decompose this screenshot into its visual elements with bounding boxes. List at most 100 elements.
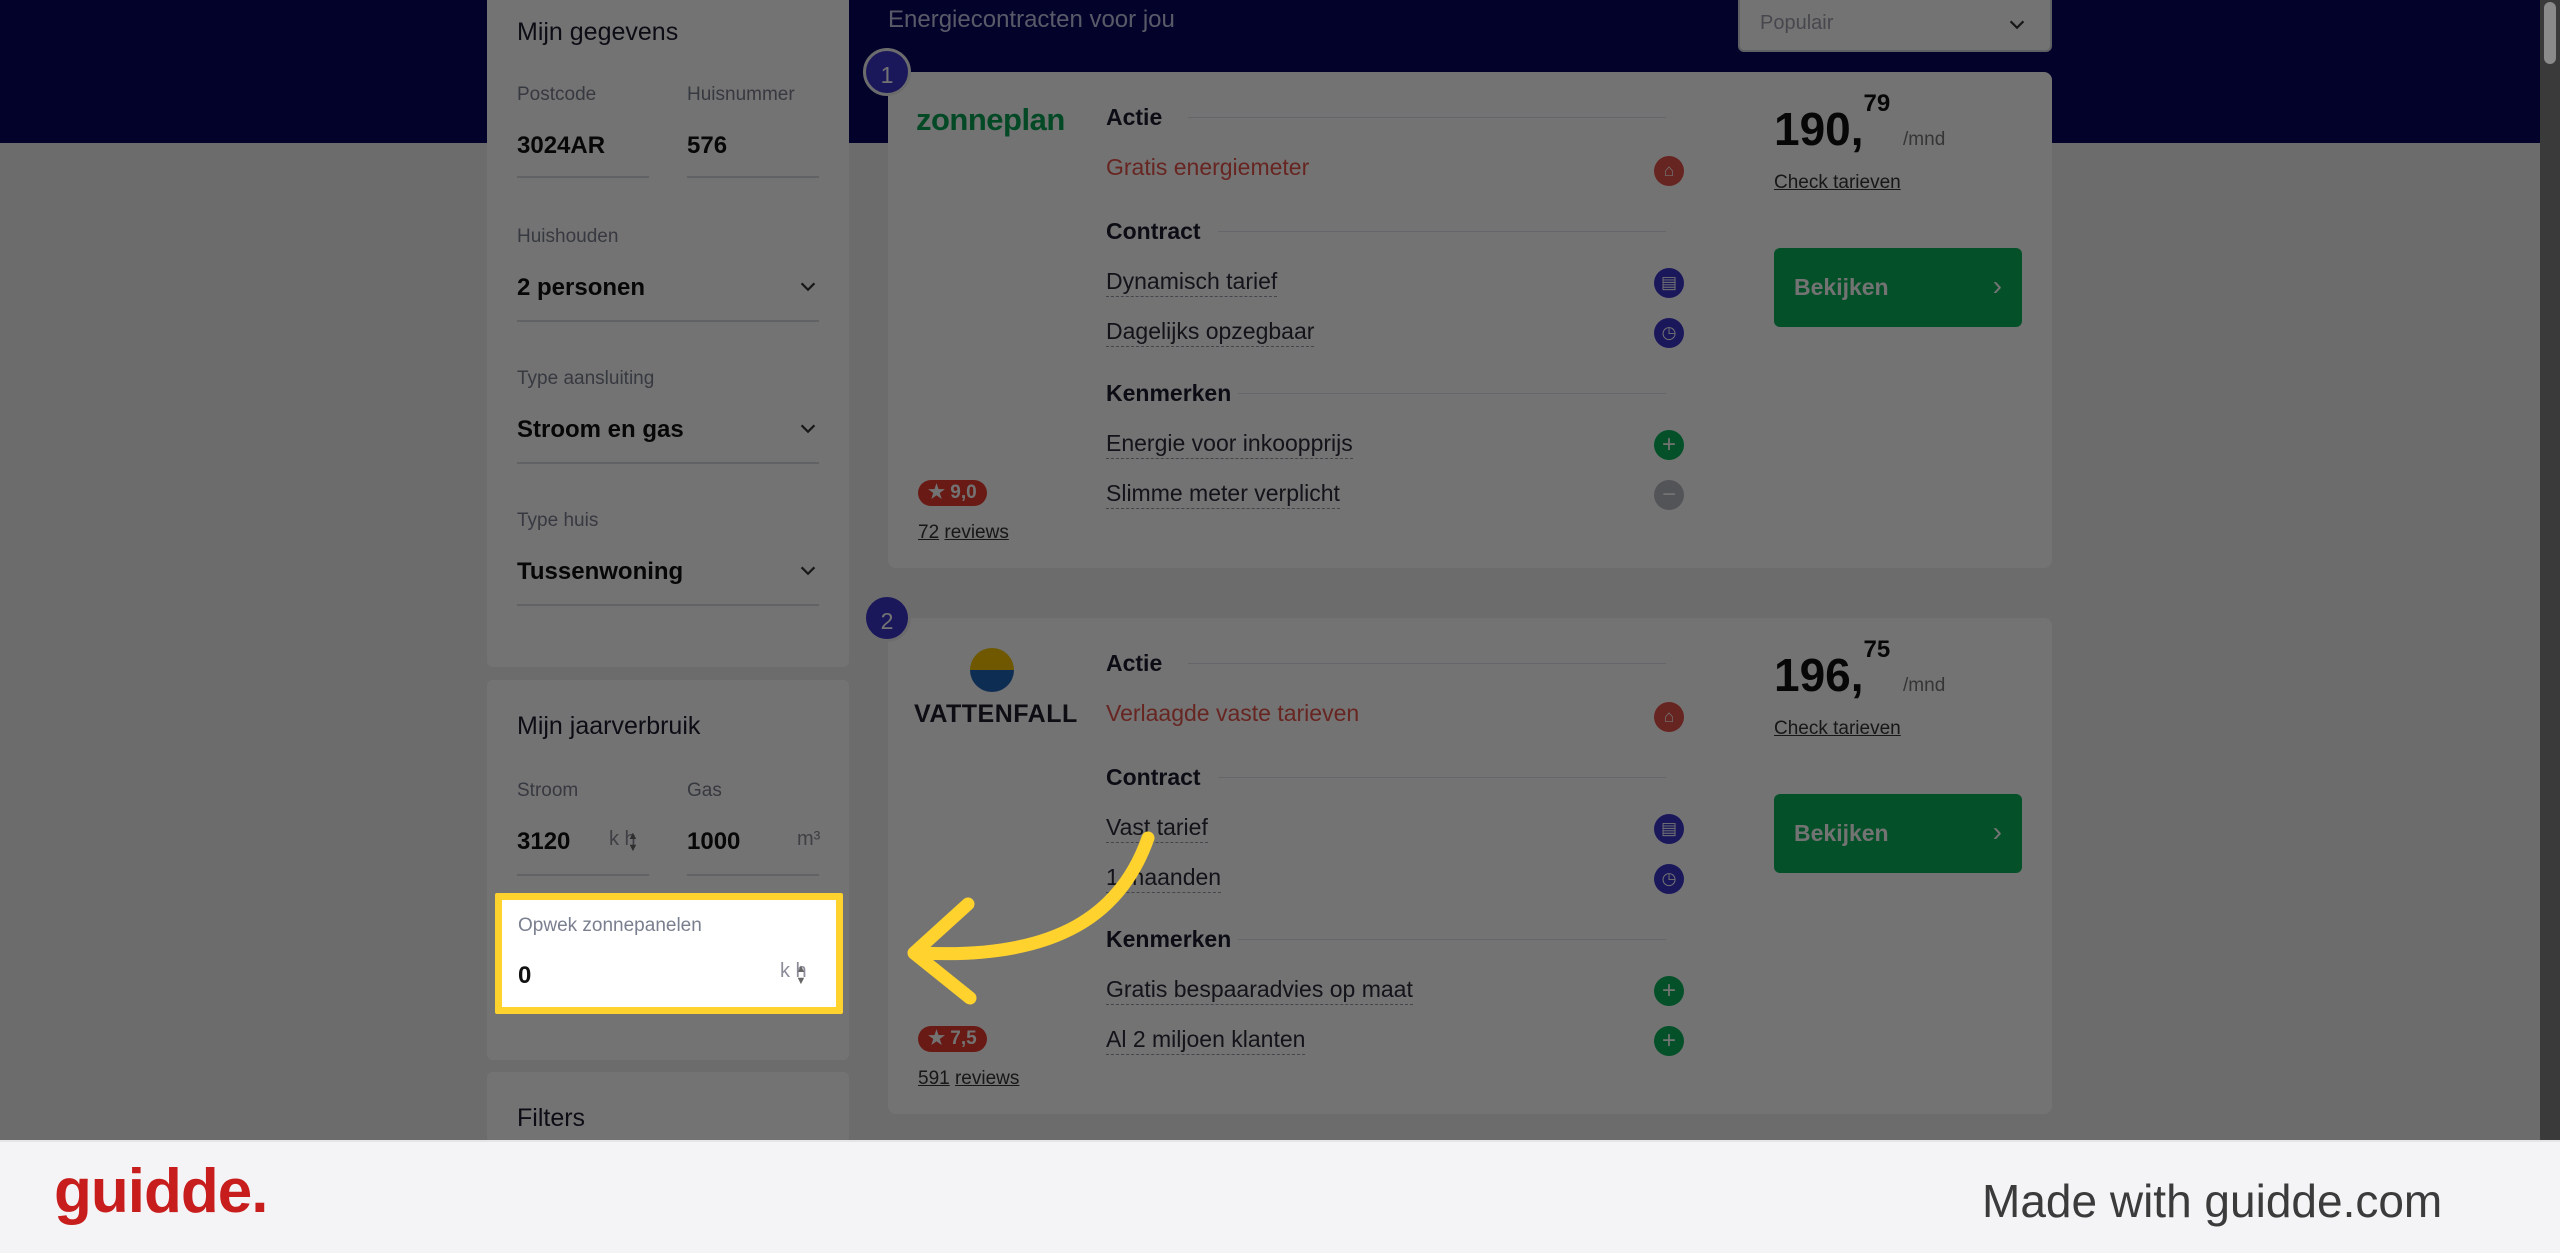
divider [1218, 777, 1666, 778]
kenmerk-item[interactable]: Slimme meter verplicht [1106, 480, 1340, 509]
divider [1238, 393, 1666, 394]
web-page: Energiecontracten voor jou Populair Mijn… [0, 0, 2540, 1140]
document-icon: ▤ [1654, 814, 1684, 844]
contract-card-1: zonneplan Actie Gratis energiemeter ⌂ Co… [888, 72, 2052, 568]
zonnepanelen-label: Opwek zonnepanelen [518, 915, 702, 936]
divider [1238, 939, 1666, 940]
postcode-input[interactable]: 3024AR [517, 132, 605, 160]
reviews-label: reviews [954, 1068, 1020, 1089]
panel-title: Filters [517, 1104, 586, 1132]
guidde-logo: guidde. [54, 1157, 268, 1226]
kenmerken-heading: Kenmerken [1106, 380, 1232, 406]
zonnepanelen-highlight: Opwek zonnepanelen 0 k h ▲ ▼ [495, 893, 843, 1014]
price: 190,79 /mnd [1774, 90, 1946, 156]
aansluiting-label: Type aansluiting [517, 368, 655, 389]
kenmerk-item[interactable]: Energie voor inkoopprijs [1106, 430, 1353, 459]
type-huis-select[interactable]: Tussenwoning [517, 558, 683, 586]
panel-title: Mijn gegevens [517, 18, 679, 46]
guidde-footer: guidde. Made with guidde.com [0, 1140, 2560, 1253]
vattenfall-logo-icon [970, 648, 1014, 692]
bekijken-button[interactable]: Bekijken › [1774, 248, 2022, 327]
panel-filters: Filters [487, 1072, 849, 1140]
aansluiting-underline [517, 462, 819, 464]
plus-icon: + [1654, 976, 1684, 1006]
plus-icon: + [1654, 430, 1684, 460]
sort-select[interactable]: Populair [1738, 0, 2052, 52]
divider [1218, 231, 1666, 232]
price-unit: /mnd [1903, 675, 1946, 696]
clock-icon: ◷ [1654, 864, 1684, 894]
gas-label: Gas [687, 780, 722, 801]
price-unit: /mnd [1903, 129, 1946, 150]
type-huis-underline [517, 604, 819, 606]
clock-icon: ◷ [1654, 318, 1684, 348]
price-main: 190, [1774, 103, 1864, 155]
vattenfall-logo: VATTENFALL [914, 700, 1078, 728]
reviews-count: 72 [918, 522, 940, 543]
divider [1188, 117, 1666, 118]
button-label: Bekijken [1794, 820, 1889, 846]
reviews-link[interactable]: 72 reviews [918, 522, 1009, 544]
huishouden-select[interactable]: 2 personen [517, 274, 645, 302]
actie-text[interactable]: Verlaagde vaste tarieven [1106, 700, 1359, 728]
reviews-link[interactable]: 591 reviews [918, 1068, 1019, 1090]
check-tarieven-link[interactable]: Check tarieven [1774, 718, 1901, 740]
gift-icon: ⌂ [1654, 156, 1684, 186]
button-label: Bekijken [1794, 274, 1889, 300]
scrollbar-thumb[interactable] [2544, 2, 2556, 64]
panel-mijn-gegevens: Mijn gegevens Postcode 3024AR Huisnummer… [487, 0, 849, 667]
price: 196,75 /mnd [1774, 636, 1946, 702]
gift-icon: ⌂ [1654, 702, 1684, 732]
rating-badge: ★ 9,0 [918, 480, 987, 506]
scrollbar[interactable] [2540, 0, 2560, 1140]
contract-item[interactable]: Dagelijks opzegbaar [1106, 318, 1315, 347]
gas-unit: m³ [797, 828, 821, 850]
pointer-arrow-icon [907, 831, 1155, 1005]
sort-value: Populair [1760, 12, 1834, 34]
rank-badge-1: 1 [863, 48, 911, 96]
kenmerk-item[interactable]: Al 2 miljoen klanten [1106, 1026, 1306, 1055]
chevron-down-icon[interactable] [797, 276, 819, 298]
gas-underline [687, 874, 819, 876]
rank-badge-2: 2 [863, 594, 911, 642]
chevron-down-icon[interactable] [797, 418, 819, 440]
stroom-label: Stroom [517, 780, 579, 801]
price-cents: 79 [1863, 89, 1891, 117]
zonnepanelen-stepper[interactable]: ▲ ▼ [794, 963, 808, 989]
results-title: Energiecontracten voor jou [888, 6, 1175, 33]
stroom-underline [517, 874, 649, 876]
contract-heading: Contract [1106, 764, 1201, 790]
rating-badge: ★ 7,5 [918, 1026, 987, 1052]
check-tarieven-link[interactable]: Check tarieven [1774, 172, 1901, 194]
gas-input[interactable]: 1000 [687, 828, 740, 856]
chevron-down-icon[interactable] [797, 560, 819, 582]
huishouden-underline [517, 320, 819, 322]
chevron-down-icon [2009, 20, 2025, 30]
huisnummer-underline [687, 176, 819, 178]
contract-item[interactable]: Dynamisch tarief [1106, 268, 1278, 297]
minus-icon: − [1654, 480, 1684, 510]
divider [1188, 663, 1666, 664]
actie-text[interactable]: Gratis energiemeter [1106, 154, 1309, 182]
stroom-input[interactable]: 3120 [517, 828, 570, 856]
huisnummer-input[interactable]: 576 [687, 132, 727, 160]
contract-heading: Contract [1106, 218, 1201, 244]
stroom-stepper[interactable]: ▲ ▼ [626, 830, 640, 856]
chevron-right-icon: › [1992, 816, 2002, 847]
plus-icon: + [1654, 1026, 1684, 1056]
actie-heading: Actie [1106, 104, 1163, 130]
chevron-right-icon: › [1992, 270, 2002, 301]
panel-title: Mijn jaarverbruik [517, 712, 701, 740]
postcode-label: Postcode [517, 84, 597, 105]
bekijken-button[interactable]: Bekijken › [1774, 794, 2022, 873]
price-main: 196, [1774, 649, 1864, 701]
zonnepanelen-input[interactable]: 0 [518, 962, 531, 990]
aansluiting-select[interactable]: Stroom en gas [517, 416, 684, 444]
actie-heading: Actie [1106, 650, 1163, 676]
made-with-text: Made with guidde.com [1982, 1175, 2443, 1227]
document-icon: ▤ [1654, 268, 1684, 298]
reviews-label: reviews [944, 522, 1009, 543]
postcode-underline [517, 176, 649, 178]
huishouden-label: Huishouden [517, 226, 619, 247]
type-huis-label: Type huis [517, 510, 599, 531]
